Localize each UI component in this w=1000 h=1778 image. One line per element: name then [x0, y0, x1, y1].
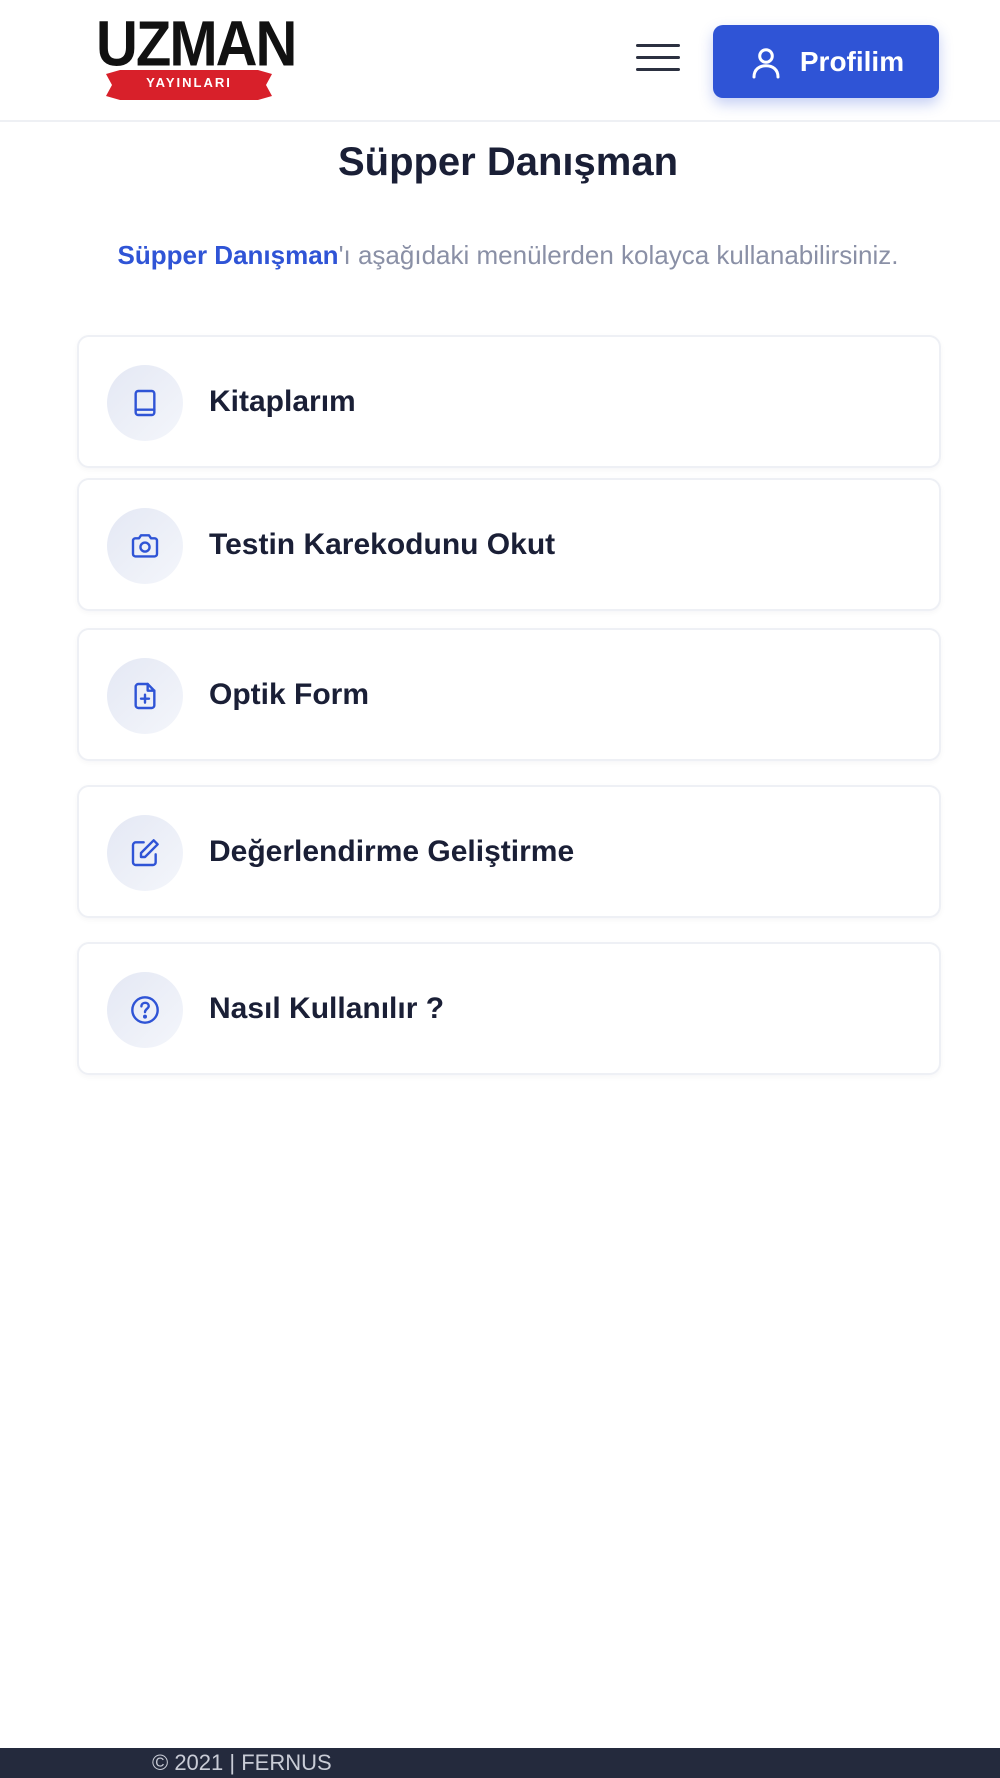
file-plus-icon: [107, 658, 183, 734]
help-circle-icon: [107, 972, 183, 1048]
menu-item-karekod[interactable]: Testin Karekodunu Okut: [77, 478, 941, 611]
hamburger-menu-button[interactable]: [630, 36, 686, 78]
page-title: Süpper Danışman: [337, 140, 679, 184]
page-footer: © 2021 | FERNUS: [0, 1748, 1000, 1778]
camera-icon: [107, 508, 183, 584]
menu-item-nasil-kullanilir[interactable]: Nasıl Kullanılır ?: [77, 942, 941, 1075]
book-icon: [107, 365, 183, 441]
menu-item-label: Nasıl Kullanılır ?: [209, 992, 445, 1025]
intro-text: Süpper Danışman'ı aşağıdaki menülerden k…: [0, 240, 1000, 271]
edit-icon: [107, 815, 183, 891]
intro-highlight: Süpper Danışman: [117, 240, 339, 270]
user-icon: [752, 47, 780, 78]
profile-label: Profilim: [799, 45, 905, 77]
top-header: UZMAN YAYINLARI Profilim: [0, 0, 1000, 122]
logo-subtext: YAYINLARI: [146, 75, 232, 90]
hamburger-icon: [636, 44, 680, 47]
intro-rest: 'ı aşağıdaki menülerden kolayca kullanab…: [338, 240, 899, 270]
menu-item-label: Testin Karekodunu Okut: [209, 528, 556, 561]
logo-wordmark: UZMAN: [96, 8, 297, 80]
uzman-logo[interactable]: UZMAN YAYINLARI: [96, 8, 297, 100]
menu-item-degerlendirme[interactable]: Değerlendirme Geliştirme: [77, 785, 941, 918]
menu-item-kitaplarim[interactable]: Kitaplarım: [77, 335, 941, 468]
menu-item-optik-form[interactable]: Optik Form: [77, 628, 941, 761]
menu-item-label: Optik Form: [209, 678, 370, 711]
menu-item-label: Değerlendirme Geliştirme: [209, 835, 575, 868]
profile-button[interactable]: Profilim: [713, 25, 939, 98]
menu-item-label: Kitaplarım: [209, 385, 356, 418]
copyright-text: © 2021 | FERNUS: [152, 1750, 332, 1775]
